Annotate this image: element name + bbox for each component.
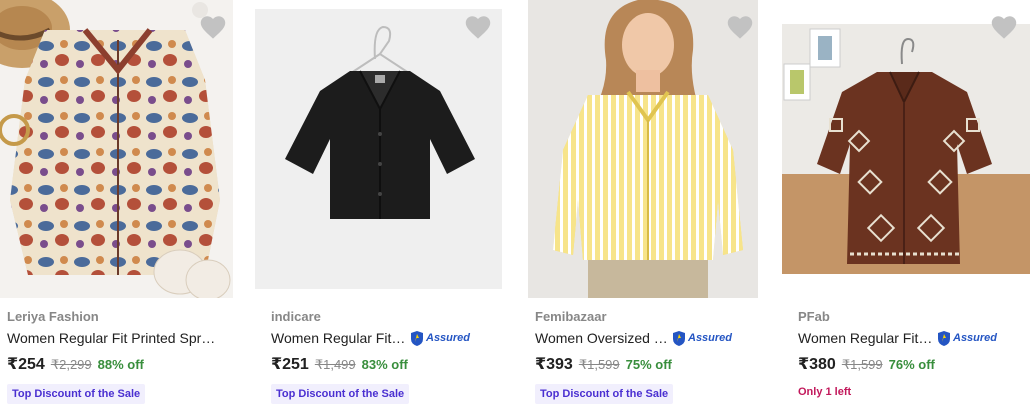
product-info: Femibazaar Women Oversized Striped Casua… [535, 306, 765, 404]
assured-label: Assured [688, 332, 733, 344]
product-discount: 76% off [888, 357, 935, 372]
assured-shield-icon [938, 330, 950, 346]
product-brand: indicare [271, 309, 321, 324]
wishlist-heart-icon[interactable] [726, 14, 754, 40]
product-card[interactable]: Leriya Fashion Women Regular Fit Printed… [0, 0, 233, 404]
product-price: ₹251 [271, 356, 309, 373]
wishlist-heart-icon[interactable] [464, 14, 492, 40]
product-card[interactable]: indicare Women Regular Fit Solid Casual … [255, 0, 502, 404]
assured-label: Assured [953, 332, 998, 344]
product-image[interactable] [782, 24, 1030, 274]
assured-badge: Assured [671, 330, 732, 347]
product-brand: PFab [798, 309, 830, 324]
product-brand: Leriya Fashion [7, 309, 99, 324]
product-price: ₹393 [535, 356, 573, 373]
product-mrp: ₹1,599 [841, 357, 883, 372]
product-price: ₹254 [7, 356, 45, 373]
product-brand: Femibazaar [535, 309, 607, 324]
product-mrp: ₹2,299 [50, 357, 92, 372]
product-image[interactable] [528, 0, 758, 298]
product-info: Leriya Fashion Women Regular Fit Printed… [7, 306, 229, 404]
product-mrp: ₹1,599 [578, 357, 620, 372]
product-info: indicare Women Regular Fit Solid Casual … [271, 306, 518, 404]
product-discount: 88% off [97, 357, 144, 372]
product-grid: Leriya Fashion Women Regular Fit Printed… [0, 0, 1036, 404]
product-title[interactable]: Women Oversized Striped Casual Shirt [535, 328, 668, 348]
product-card[interactable]: PFab Women Regular Fit Embroidered Casua… [782, 0, 1030, 404]
assured-shield-icon [673, 330, 685, 346]
product-discount: 83% off [361, 357, 408, 372]
wishlist-heart-icon[interactable] [199, 14, 227, 40]
product-image[interactable] [255, 9, 502, 289]
product-title[interactable]: Women Regular Fit Embroidered Casual Shi… [798, 328, 933, 348]
product-title[interactable]: Women Regular Fit Solid Casual Shirt [271, 328, 406, 348]
assured-label: Assured [426, 332, 471, 344]
stock-status: Only 1 left [798, 386, 852, 398]
product-discount: 75% off [625, 357, 672, 372]
assured-badge: Assured [936, 330, 997, 347]
product-info: PFab Women Regular Fit Embroidered Casua… [798, 306, 1036, 398]
product-card[interactable]: Femibazaar Women Oversized Striped Casua… [528, 0, 758, 404]
product-mrp: ₹1,499 [314, 357, 356, 372]
wishlist-heart-icon[interactable] [990, 14, 1018, 40]
sale-badge: Top Discount of the Sale [535, 384, 674, 404]
assured-shield-icon [411, 330, 423, 346]
product-price: ₹380 [798, 356, 836, 373]
product-title[interactable]: Women Regular Fit Printed Spread Collar … [7, 328, 221, 348]
assured-badge: Assured [409, 330, 470, 347]
product-image[interactable] [0, 0, 233, 298]
sale-badge: Top Discount of the Sale [7, 384, 146, 404]
sale-badge: Top Discount of the Sale [271, 384, 410, 404]
